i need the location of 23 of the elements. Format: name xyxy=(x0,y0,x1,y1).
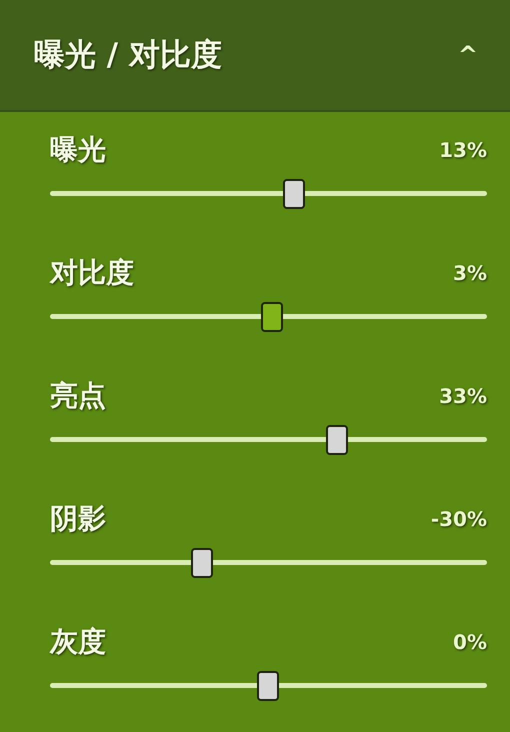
slider[interactable] xyxy=(50,548,487,578)
slider-label: 阴影 xyxy=(50,501,106,537)
slider-label: 灰度 xyxy=(50,624,106,660)
slider-thumb[interactable] xyxy=(326,425,348,455)
slider-value: -30% xyxy=(430,507,487,531)
slider[interactable] xyxy=(50,302,487,332)
slider[interactable] xyxy=(50,671,487,701)
panel-header[interactable]: 曝光 / 对比度 ^ xyxy=(0,0,510,112)
slider-value: 33% xyxy=(439,384,487,408)
panel-title: 曝光 / 对比度 xyxy=(34,36,222,75)
slider-thumb[interactable] xyxy=(282,179,305,209)
slider-value: 3% xyxy=(453,261,487,285)
slider-thumb[interactable] xyxy=(256,671,278,701)
slider-value: 13% xyxy=(439,138,487,162)
slider-thumb[interactable] xyxy=(190,548,213,578)
collapse-button[interactable]: ^ xyxy=(458,41,478,69)
slider-thumb[interactable] xyxy=(260,302,283,332)
slider[interactable] xyxy=(50,179,487,209)
slider-value: 0% xyxy=(453,630,487,654)
slider-label: 曝光 xyxy=(50,132,106,168)
slider[interactable] xyxy=(50,425,487,455)
slider-label: 亮点 xyxy=(50,378,106,414)
slider-label: 对比度 xyxy=(50,255,134,291)
